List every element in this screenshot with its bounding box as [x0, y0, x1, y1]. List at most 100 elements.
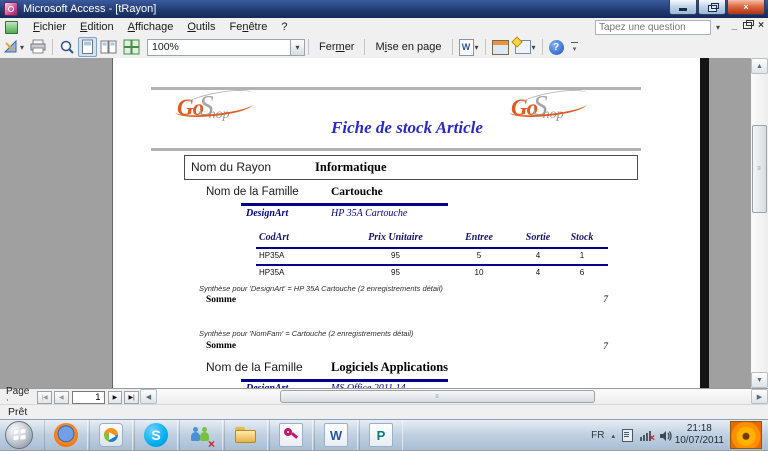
- printer-icon: [30, 39, 46, 55]
- status-bar: Prêt: [0, 404, 768, 419]
- print-button[interactable]: [27, 37, 49, 57]
- last-page-button[interactable]: ▶|: [124, 391, 139, 404]
- menu-bar: Fichier Edition Affichage Outils Fenêtre…: [0, 18, 768, 37]
- multiple-pages-button[interactable]: [120, 37, 143, 57]
- scroll-up-button[interactable]: ▲: [751, 58, 768, 74]
- window-title: Microsoft Access - [tRayon]: [23, 3, 156, 15]
- somme-group-value: 7: [553, 295, 608, 305]
- menu-help[interactable]: ?: [274, 19, 294, 35]
- skype-icon: S: [144, 423, 168, 447]
- taskbar-item-access[interactable]: [269, 420, 313, 450]
- messenger-icon: ×: [189, 423, 213, 447]
- access-key-icon: [279, 423, 303, 447]
- word-icon: W: [324, 423, 348, 447]
- mdi-minimize-button[interactable]: _: [732, 20, 738, 31]
- tray-expand-icon[interactable]: ▴: [611, 432, 615, 440]
- scroll-right-button[interactable]: ▶: [751, 389, 768, 404]
- zoom-dropdown-icon[interactable]: ▾: [291, 39, 305, 56]
- minimize-button[interactable]: [669, 0, 697, 15]
- desktop-gadget-flower[interactable]: [730, 421, 762, 449]
- zoom-tool-button[interactable]: [56, 37, 78, 57]
- toolbar-options-button[interactable]: ▾: [569, 38, 581, 56]
- table-rule: [256, 264, 608, 266]
- mdi-restore-button[interactable]: [743, 22, 752, 29]
- group-value: HP 35A Cartouche: [331, 208, 407, 219]
- language-indicator[interactable]: FR: [591, 430, 604, 441]
- officelinks-dropdown-icon[interactable]: ▾: [475, 43, 479, 52]
- scroll-left-button[interactable]: ◀: [140, 389, 157, 404]
- mise-en-page-button[interactable]: Mise en page: [368, 37, 448, 57]
- database-window-button[interactable]: [489, 37, 512, 57]
- somme-group-label: Somme: [206, 295, 236, 305]
- volume-icon[interactable]: [659, 430, 672, 442]
- two-pages-button[interactable]: [97, 37, 120, 57]
- clock-time: 21:18: [675, 423, 724, 435]
- new-object-dropdown-icon[interactable]: ▾: [532, 43, 536, 52]
- taskbar-item-word[interactable]: W: [314, 420, 358, 450]
- taskbar-item-messenger[interactable]: ×: [179, 420, 223, 450]
- menu-outils[interactable]: Outils: [180, 19, 222, 35]
- help-button[interactable]: ?: [546, 37, 567, 57]
- clock[interactable]: 21:18 10/07/2011: [675, 423, 724, 447]
- page-number-input[interactable]: [72, 391, 105, 404]
- famille-value: Cartouche: [331, 186, 383, 198]
- multiple-pages-icon: [123, 39, 140, 55]
- next-page-button[interactable]: ▶: [108, 391, 123, 404]
- print-preview-toolbar: ▾ 100% ▾ Fermer Mise en page W ▾ ▾ ? ▾: [0, 36, 768, 59]
- first-page-button[interactable]: |◀: [37, 391, 52, 404]
- taskbar-item-explorer[interactable]: [224, 420, 268, 450]
- zoom-combobox[interactable]: 100%: [147, 39, 291, 56]
- menu-fichier[interactable]: Fichier: [26, 19, 73, 35]
- taskbar-item-publisher[interactable]: P: [359, 420, 403, 450]
- toolbar-separator: [542, 39, 543, 55]
- group-label: DesignArt: [246, 208, 288, 219]
- close-icon: ×: [743, 3, 748, 12]
- minimize-icon: [679, 8, 687, 11]
- design-view-button[interactable]: ▾: [0, 37, 27, 57]
- taskbar-item-media-player[interactable]: [89, 420, 133, 450]
- horizontal-scrollbar[interactable]: ◀ ≡ ▶: [140, 389, 768, 405]
- menu-affichage[interactable]: Affichage: [121, 19, 181, 35]
- taskbar-item-firefox[interactable]: [44, 420, 88, 450]
- rayon-group-box: Nom du Rayon Informatique: [184, 155, 638, 180]
- new-object-button[interactable]: ▾: [512, 37, 539, 57]
- scroll-down-button[interactable]: ▼: [751, 372, 768, 388]
- menu-fenetre[interactable]: Fenêtre: [222, 19, 274, 35]
- vertical-scrollbar[interactable]: ▲ ≡ ▼: [751, 58, 768, 388]
- design-view-dropdown-icon[interactable]: ▾: [20, 43, 24, 52]
- one-page-button[interactable]: [78, 37, 97, 57]
- question-input[interactable]: [595, 20, 711, 35]
- horizontal-scroll-thumb[interactable]: ≡: [280, 390, 595, 403]
- close-button[interactable]: ×: [727, 0, 765, 15]
- question-dropdown-icon[interactable]: ▾: [712, 20, 724, 35]
- one-page-icon: [81, 39, 94, 55]
- report-title: Fiche de stock Article: [217, 118, 597, 138]
- taskbar-item-skype[interactable]: S: [134, 420, 178, 450]
- restore-button[interactable]: [698, 0, 726, 15]
- group-rule: [241, 379, 448, 382]
- toolbar-separator: [308, 39, 309, 55]
- network-icon[interactable]: ×: [640, 430, 652, 441]
- print-preview-area: GoShop GoShop Fiche de stock Article Nom…: [0, 58, 768, 388]
- new-object-icon: [515, 40, 531, 54]
- firefox-icon: [54, 423, 78, 447]
- start-button[interactable]: [5, 421, 33, 449]
- vertical-scroll-thumb[interactable]: ≡: [752, 125, 767, 213]
- zoom-value: 100%: [152, 41, 179, 53]
- word-export-icon: W: [459, 39, 474, 56]
- table-header-row: CodArt Prix Unitaire Entree Sortie Stock: [113, 232, 701, 244]
- restore-icon: [708, 5, 717, 12]
- officelinks-button[interactable]: W ▾: [456, 37, 482, 57]
- fermer-button[interactable]: Fermer: [312, 37, 361, 57]
- mdi-close-button[interactable]: ×: [758, 20, 764, 31]
- report-page[interactable]: GoShop GoShop Fiche de stock Article Nom…: [112, 58, 701, 388]
- menu-edition[interactable]: Edition: [73, 19, 121, 35]
- help-icon: ?: [549, 40, 564, 55]
- somme-family-label: Somme: [206, 341, 236, 351]
- previous-page-button[interactable]: ◀: [54, 391, 69, 404]
- tray-document-icon[interactable]: [622, 429, 633, 442]
- table-rule: [256, 247, 608, 249]
- table-row: HP35A 95 10 4 6: [113, 268, 701, 278]
- folder-icon: [234, 423, 258, 447]
- windows-logo-icon: [13, 428, 26, 441]
